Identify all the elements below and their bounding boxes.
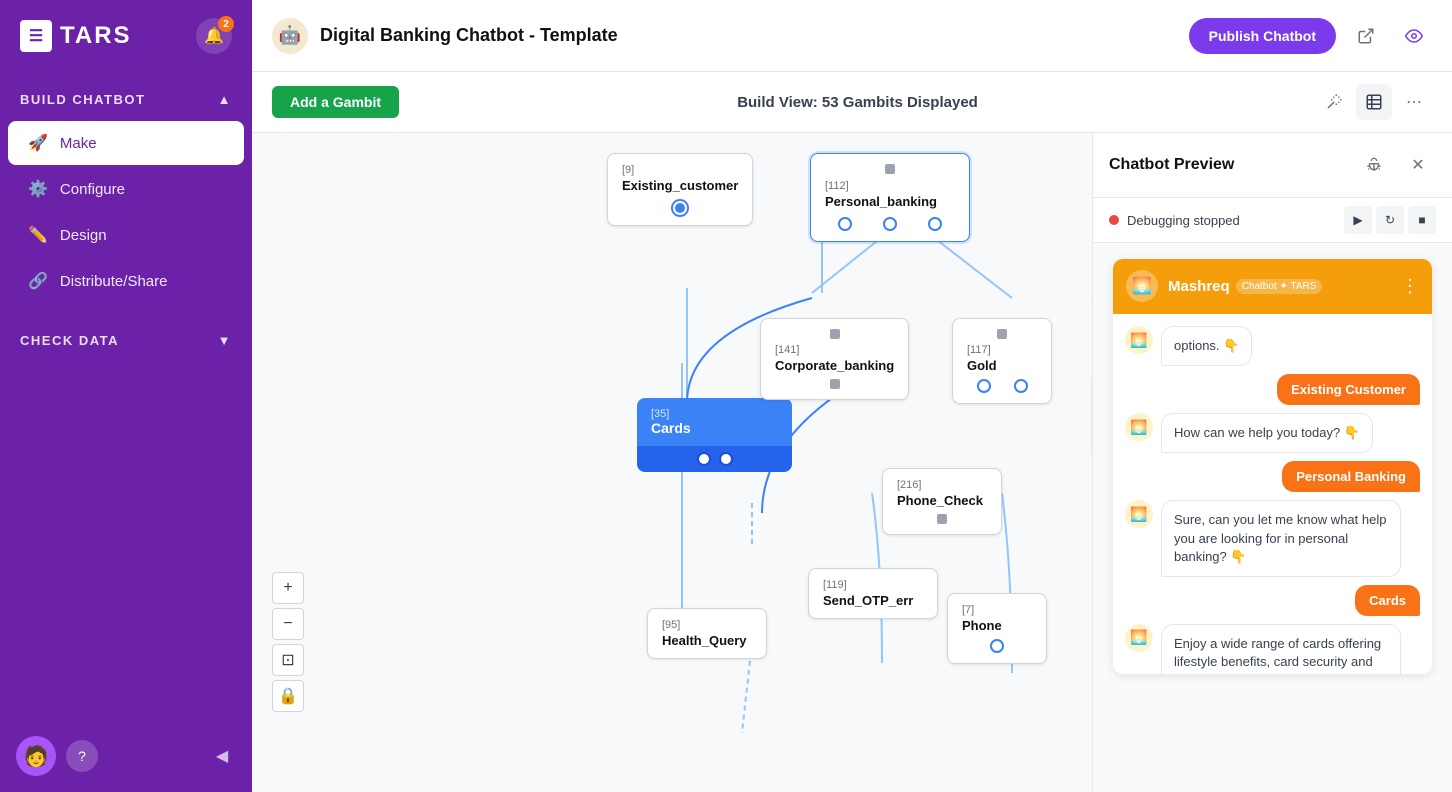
node-phone-check[interactable]: [216] Phone_Check: [882, 468, 1002, 535]
chat-bot-avatar-6: 🌅: [1125, 624, 1153, 652]
chat-header-avatar: 🌅: [1126, 270, 1158, 302]
preview-panel: Chatbot Preview ✕ Debugging stopped ▶: [1092, 133, 1452, 792]
chat-window: 🌅 Mashreq Chatbot ✦ TARS ⋮ 🌅: [1113, 259, 1432, 674]
canvas-controls: + − ⊡ 🔒: [272, 572, 304, 712]
chat-header: 🌅 Mashreq Chatbot ✦ TARS ⋮: [1113, 259, 1432, 314]
pencil-icon: ✏️: [28, 225, 48, 245]
notification-badge: 2: [218, 16, 234, 32]
chat-bot-avatar-2: 🌅: [1125, 413, 1153, 441]
tars-logo-text: TARS: [60, 22, 132, 50]
page-title: Digital Banking Chatbot - Template: [320, 25, 618, 46]
chat-bot-name: Mashreq: [1168, 278, 1230, 295]
chat-message-3: Personal Banking: [1125, 461, 1420, 492]
close-preview-button[interactable]: ✕: [1400, 147, 1436, 183]
wand-icon-button[interactable]: [1316, 84, 1352, 120]
sidebar-header: ☰ TARS 🔔 2: [0, 0, 252, 72]
lock-button[interactable]: 🔒: [272, 680, 304, 712]
chat-message-1: Existing Customer: [1125, 374, 1420, 405]
refresh-debug-button[interactable]: ↻: [1376, 206, 1404, 234]
topbar-actions: Publish Chatbot: [1189, 18, 1432, 54]
sidebar-item-configure[interactable]: ⚙️ Configure: [8, 167, 244, 211]
chatbot-badge: Chatbot ✦ TARS: [1236, 279, 1323, 294]
build-view-label: Build View: 53 Gambits Displayed: [737, 94, 978, 111]
build-toolbar: Add a Gambit Build View: 53 Gambits Disp…: [252, 72, 1452, 133]
sidebar-footer: 🧑 ? ◀: [0, 720, 252, 792]
check-data-header[interactable]: CHECK DATA ▼: [0, 321, 252, 360]
fit-screen-button[interactable]: ⊡: [272, 644, 304, 676]
node-health-query[interactable]: [95] Health_Query: [647, 608, 767, 659]
chat-message-4: 🌅 Sure, can you let me know what help yo…: [1125, 500, 1420, 577]
add-gambit-button[interactable]: Add a Gambit: [272, 86, 399, 118]
chat-message-2: 🌅 How can we help you today? 👇: [1125, 413, 1420, 453]
chat-bubble-5: Cards: [1355, 585, 1420, 616]
publish-chatbot-button[interactable]: Publish Chatbot: [1189, 18, 1336, 54]
share-icon: 🔗: [28, 271, 48, 291]
stop-debug-button[interactable]: ■: [1408, 206, 1436, 234]
preview-header: Chatbot Preview ✕: [1093, 133, 1452, 198]
topbar: 🤖 Digital Banking Chatbot - Template Pub…: [252, 0, 1452, 72]
notification-bell[interactable]: 🔔 2: [196, 18, 232, 54]
debug-bug-icon[interactable]: [1356, 147, 1392, 183]
chat-bubble-4: Sure, can you let me know what help you …: [1161, 500, 1401, 577]
node-corporate-banking[interactable]: [141] Corporate_banking: [760, 318, 909, 400]
zoom-out-button[interactable]: −: [272, 608, 304, 640]
node-personal-banking[interactable]: [112] Personal_banking: [810, 153, 970, 242]
node-cards[interactable]: [35] Cards: [637, 398, 792, 472]
chat-bubble-0: options. 👇: [1161, 326, 1252, 366]
rocket-icon: 🚀: [28, 133, 48, 153]
debug-bar: Debugging stopped ▶ ↻ ■: [1093, 198, 1452, 243]
node-existing-customer[interactable]: [9] Existing_customer: [607, 153, 753, 226]
more-options-button[interactable]: ⋯: [1396, 84, 1432, 120]
debug-actions: ▶ ↻ ■: [1344, 206, 1436, 234]
chat-bubble-3: Personal Banking: [1282, 461, 1420, 492]
bot-avatar: 🤖: [272, 18, 308, 54]
collapse-sidebar-button[interactable]: ◀: [208, 742, 236, 770]
chart-icon-button[interactable]: [1356, 84, 1392, 120]
chat-bot-avatar-0: 🌅: [1125, 326, 1153, 354]
sidebar-item-design[interactable]: ✏️ Design: [8, 213, 244, 257]
zoom-in-button[interactable]: +: [272, 572, 304, 604]
sidebar: ☰ TARS 🔔 2 BUILD CHATBOT ▲ 🚀 Make ⚙️ Con…: [0, 0, 252, 792]
chat-message-0: 🌅 options. 👇: [1125, 326, 1420, 366]
chat-message-6: 🌅 Enjoy a wide range of cards offering l…: [1125, 624, 1420, 674]
preview-header-actions: ✕: [1356, 147, 1436, 183]
play-debug-button[interactable]: ▶: [1344, 206, 1372, 234]
check-data-section: CHECK DATA ▼: [0, 313, 252, 368]
debug-label: Debugging stopped: [1127, 213, 1240, 228]
chat-messages-area: 🌅 Mashreq Chatbot ✦ TARS ⋮ 🌅: [1093, 243, 1452, 792]
chat-bubble-1: Existing Customer: [1277, 374, 1420, 405]
toolbar-icons: ⋯: [1316, 84, 1432, 120]
user-avatar[interactable]: 🧑: [16, 736, 56, 776]
gear-icon: ⚙️: [28, 179, 48, 199]
chat-bot-avatar-4: 🌅: [1125, 500, 1153, 528]
build-chatbot-section: BUILD CHATBOT ▲ 🚀 Make ⚙️ Configure ✏️ D…: [0, 72, 252, 313]
chevron-down-icon: ▼: [218, 333, 232, 348]
node-send-otp-119[interactable]: [119] Send_OTP_err: [808, 568, 938, 619]
chat-message-5: Cards: [1125, 585, 1420, 616]
tars-logo: ☰ TARS: [20, 20, 132, 52]
preview-title: Chatbot Preview: [1109, 156, 1234, 174]
sidebar-item-distribute[interactable]: 🔗 Distribute/Share: [8, 259, 244, 303]
node-phone-7[interactable]: [7] Phone: [947, 593, 1047, 664]
sidebar-item-make[interactable]: 🚀 Make: [8, 121, 244, 165]
main-area: 🤖 Digital Banking Chatbot - Template Pub…: [252, 0, 1452, 792]
chevron-up-icon: ▲: [218, 92, 232, 107]
tars-logo-icon: ☰: [20, 20, 52, 52]
chat-bubble-6: Enjoy a wide range of cards offering lif…: [1161, 624, 1401, 674]
chat-bubble-2: How can we help you today? 👇: [1161, 413, 1373, 453]
help-button[interactable]: ?: [66, 740, 98, 772]
external-link-button[interactable]: [1348, 18, 1384, 54]
chat-window-messages: 🌅 options. 👇 Existing Customer 🌅 How can…: [1113, 314, 1432, 674]
canvas-area[interactable]: [9] Existing_customer [112] Personal_ban…: [252, 133, 1092, 792]
debug-status-dot: [1109, 215, 1119, 225]
build-chatbot-header[interactable]: BUILD CHATBOT ▲: [0, 80, 252, 119]
node-gold[interactable]: [117] Gold: [952, 318, 1052, 404]
preview-eye-button[interactable]: [1396, 18, 1432, 54]
chat-header-menu[interactable]: ⋮: [1401, 276, 1419, 297]
